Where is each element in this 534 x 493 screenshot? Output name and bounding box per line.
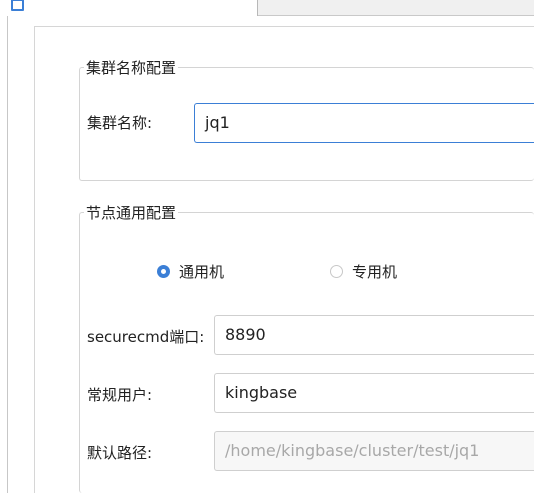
radio-unchecked-icon — [330, 265, 343, 278]
port-label: securecmd端口: — [87, 328, 205, 346]
port-input[interactable]: 8890 — [214, 315, 534, 355]
cluster-name-input[interactable]: jq1 — [194, 103, 534, 143]
user-input[interactable]: kingbase — [214, 373, 534, 413]
radio-dedicated-label: 专用机 — [352, 263, 398, 281]
config-icon — [11, 0, 24, 11]
tab-cluster-config[interactable] — [0, 0, 258, 16]
radio-dedicated-machine[interactable]: 专用机 — [330, 261, 397, 282]
radio-general-label: 通用机 — [179, 263, 225, 281]
user-label: 常规用户: — [87, 386, 153, 404]
window-frame-line — [7, 16, 8, 493]
cluster-name-label: 集群名称: — [87, 114, 153, 132]
radio-checked-icon — [157, 265, 170, 278]
node-config-group-title: 节点通用配置 — [84, 202, 179, 223]
cluster-name-group-title: 集群名称配置 — [84, 57, 179, 78]
tab-bar — [0, 0, 534, 16]
radio-general-machine[interactable]: 通用机 — [157, 261, 224, 282]
path-label: 默认路径: — [87, 444, 153, 462]
path-input: /home/kingbase/cluster/test/jq1 — [214, 431, 534, 471]
